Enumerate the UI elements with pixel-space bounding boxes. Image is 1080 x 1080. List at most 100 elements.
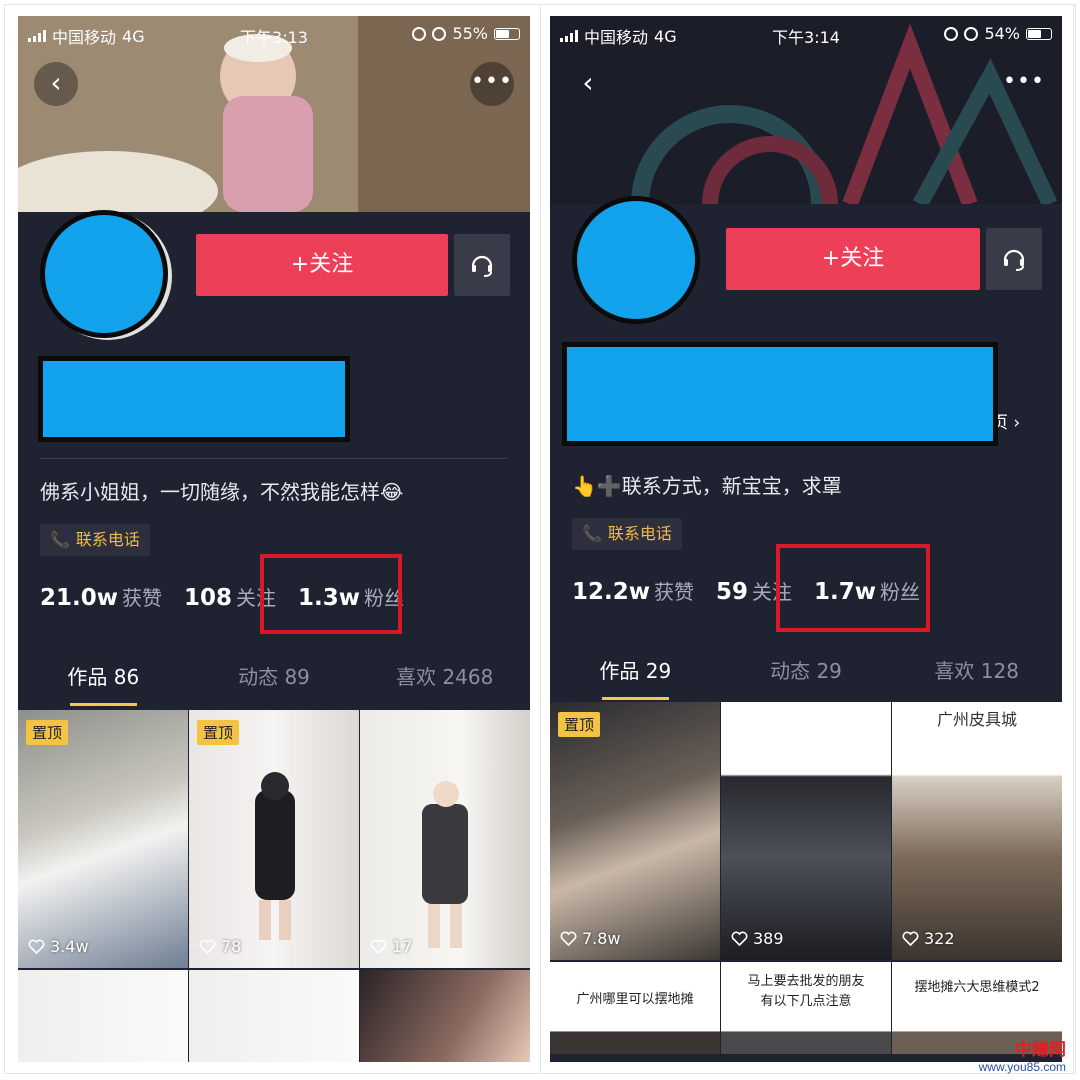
more-button[interactable]: ••• <box>470 62 514 106</box>
video-thumbnail[interactable]: 389 <box>721 702 891 960</box>
bio-text: 佛系小姐姐，一切随缘，不然我能怎样😂 <box>40 480 404 504</box>
video-likes: 3.4w <box>28 937 89 956</box>
video-likes-count: 17 <box>392 937 413 956</box>
likes-count: 21.0w <box>40 585 118 611</box>
video-caption: 广州哪里可以摆地摊 <box>576 992 694 1007</box>
profile-screen-left: 中国移动 4G 下午3:13 55% ‹ ••• +关注 佛系小姐姐，一切随缘，… <box>18 16 530 1062</box>
rotation-lock-icon <box>944 26 959 41</box>
watermark-logo: 中赚网 <box>1015 1040 1066 1059</box>
following-count: 59 <box>716 579 749 605</box>
site-watermark: 中赚网 www.you85.com <box>979 1035 1066 1074</box>
tab-works[interactable]: 作品 86 <box>18 652 189 710</box>
video-grid: 置顶 7.8w 389 广州皮具城 322 广州哪里可以摆地摊 马上要去批发的朋… <box>550 702 1062 1054</box>
stat-likes[interactable]: 21.0w 获赞 <box>40 582 162 611</box>
video-caption: 广州皮具城 <box>936 710 1017 729</box>
avatar[interactable] <box>572 196 700 324</box>
username-redacted <box>38 356 350 442</box>
video-likes: 7.8w <box>560 929 621 948</box>
video-thumbnail[interactable]: 置顶 78 <box>189 710 359 968</box>
video-thumbnail[interactable]: 置顶 7.8w <box>550 702 720 960</box>
phone-icon: 📞 <box>582 524 602 543</box>
back-button[interactable]: ‹ <box>566 62 610 106</box>
tab-activity[interactable]: 动态 29 <box>721 646 892 704</box>
video-thumbnail[interactable]: 置顶 3.4w <box>18 710 188 968</box>
contact-label: 联系电话 <box>75 530 140 549</box>
message-button[interactable] <box>986 228 1042 290</box>
video-thumbnail[interactable]: 17 <box>360 710 530 968</box>
contact-label: 联系电话 <box>607 524 672 543</box>
status-bar: 中国移动 4G 下午3:14 54% <box>550 16 1062 50</box>
video-caption: 马上要去批发的朋友 有以下几点注意 <box>747 974 865 1009</box>
video-grid: 置顶 3.4w 置顶 78 17 <box>18 710 530 1062</box>
avatar[interactable] <box>40 210 168 338</box>
headset-icon <box>471 255 493 277</box>
pinned-badge: 置顶 <box>558 712 601 737</box>
video-thumbnail[interactable]: 广州皮具城 322 <box>892 702 1062 960</box>
video-likes-count: 389 <box>753 929 784 948</box>
battery-percent: 55% <box>452 24 488 43</box>
video-likes-count: 322 <box>924 929 955 948</box>
video-likes: 78 <box>199 937 241 956</box>
video-likes: 389 <box>731 929 784 948</box>
following-count: 108 <box>184 585 233 611</box>
video-likes-count: 7.8w <box>582 929 621 948</box>
fans-highlight-box <box>776 544 930 632</box>
content-tabs: 作品 29 动态 29 喜欢 128 <box>550 646 1062 704</box>
chevron-left-icon: ‹ <box>50 66 62 99</box>
heart-icon <box>560 931 577 946</box>
stat-likes[interactable]: 12.2w 获赞 <box>572 576 694 605</box>
video-caption: 摆地摊六大思维模式2 <box>914 980 1040 995</box>
bio-text: 👆➕联系方式，新宝宝，求罩 <box>572 474 842 498</box>
video-thumbnail[interactable] <box>18 970 188 1062</box>
alarm-icon <box>432 26 447 41</box>
tab-works[interactable]: 作品 29 <box>550 646 721 704</box>
video-likes: 17 <box>370 937 412 956</box>
pinned-badge: 置顶 <box>26 720 69 745</box>
video-thumbnail[interactable]: 马上要去批发的朋友 有以下几点注意 <box>721 962 891 1054</box>
heart-icon <box>731 931 748 946</box>
more-dots-icon: ••• <box>471 69 513 94</box>
thumbnail-figure <box>255 772 295 940</box>
more-dots-icon: ••• <box>1003 69 1045 94</box>
video-thumbnail[interactable] <box>189 970 359 1062</box>
status-bar: 中国移动 4G 下午3:13 55% <box>18 16 530 50</box>
profile-screen-right: 中国移动 4G 下午3:14 54% ‹ ••• +关注 主页 › 👆➕联系方式… <box>550 16 1062 1062</box>
more-button[interactable]: ••• <box>1002 62 1046 106</box>
battery-icon <box>1026 27 1052 40</box>
fans-highlight-box <box>260 554 402 634</box>
video-likes-count: 78 <box>221 937 242 956</box>
contact-phone-button[interactable]: 📞 联系电话 <box>40 524 150 556</box>
video-likes-count: 3.4w <box>50 937 89 956</box>
headset-icon <box>1003 249 1025 271</box>
battery-icon <box>494 27 520 40</box>
tab-liked[interactable]: 喜欢 2468 <box>359 652 530 710</box>
rotation-lock-icon <box>412 26 427 41</box>
likes-count: 12.2w <box>572 579 650 605</box>
tab-liked[interactable]: 喜欢 128 <box>891 646 1062 704</box>
heart-icon <box>370 939 387 954</box>
battery-percent: 54% <box>984 24 1020 43</box>
likes-label: 获赞 <box>654 580 694 604</box>
heart-icon <box>199 939 216 954</box>
username-redacted <box>562 342 998 446</box>
heart-icon <box>902 931 919 946</box>
message-button[interactable] <box>454 234 510 296</box>
watermark-url: www.you85.com <box>978 1060 1066 1074</box>
thumbnail-figure <box>422 781 468 948</box>
phone-icon: 📞 <box>50 530 70 549</box>
follow-button[interactable]: +关注 <box>196 234 448 296</box>
likes-label: 获赞 <box>122 586 162 610</box>
tab-activity[interactable]: 动态 89 <box>189 652 360 710</box>
content-tabs: 作品 86 动态 89 喜欢 2468 <box>18 652 530 710</box>
back-button[interactable]: ‹ <box>34 62 78 106</box>
divider <box>40 458 508 459</box>
video-thumbnail[interactable] <box>360 970 530 1062</box>
contact-phone-button[interactable]: 📞 联系电话 <box>572 518 682 550</box>
follow-button[interactable]: +关注 <box>726 228 980 290</box>
chevron-left-icon: ‹ <box>582 66 594 99</box>
video-likes: 322 <box>902 929 955 948</box>
alarm-icon <box>964 26 979 41</box>
video-thumbnail[interactable]: 广州哪里可以摆地摊 <box>550 962 720 1054</box>
heart-icon <box>28 939 45 954</box>
pinned-badge: 置顶 <box>197 720 240 745</box>
